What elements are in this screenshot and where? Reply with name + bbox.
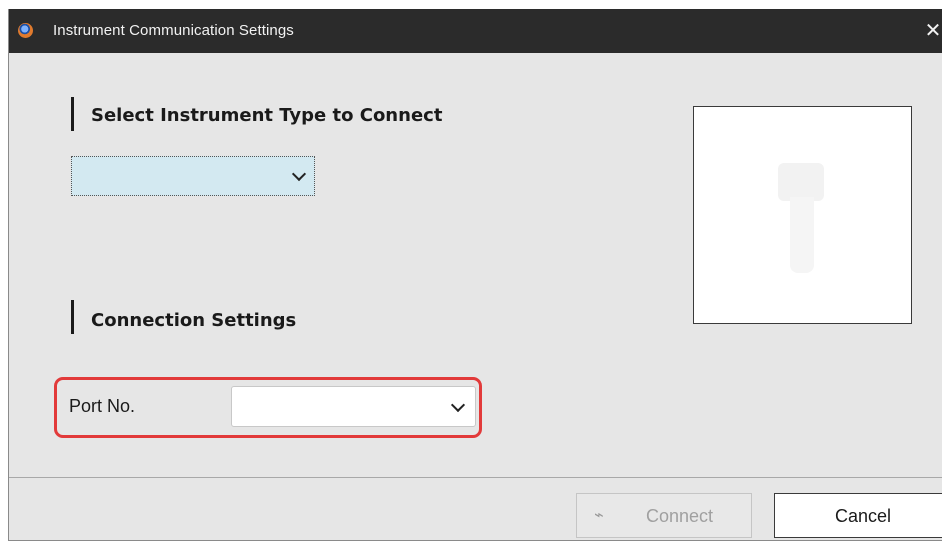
- app-icon: [18, 23, 33, 38]
- instrument-preview-image: [693, 106, 912, 324]
- cancel-button-label: Cancel: [835, 506, 892, 526]
- footer-divider: [9, 477, 942, 478]
- title-bar: Instrument Communication Settings ✕: [9, 9, 942, 53]
- instrument-device-body: [790, 197, 814, 273]
- connect-button-label: Connect: [646, 506, 714, 526]
- signal-icon: ⌁: [594, 507, 604, 524]
- instrument-section-title: Select Instrument Type to Connect: [91, 105, 443, 126]
- close-button[interactable]: ✕: [923, 17, 942, 45]
- instrument-type-select[interactable]: [71, 156, 315, 196]
- port-label: Port No.: [69, 396, 136, 416]
- port-select[interactable]: [231, 386, 476, 427]
- connection-section-title: Connection Settings: [91, 310, 297, 331]
- instrument-device-icon: [778, 163, 824, 201]
- connect-button[interactable]: ⌁ Connect: [576, 493, 752, 538]
- chevron-down-icon: [291, 166, 307, 182]
- cancel-button[interactable]: Cancel: [774, 493, 942, 538]
- dialog-window: Instrument Communication Settings ✕ Sele…: [8, 9, 942, 541]
- section-marker-connection: [71, 300, 74, 334]
- window-title: Instrument Communication Settings: [53, 22, 294, 39]
- chevron-down-icon: [450, 397, 466, 413]
- section-marker-instrument: [71, 97, 74, 131]
